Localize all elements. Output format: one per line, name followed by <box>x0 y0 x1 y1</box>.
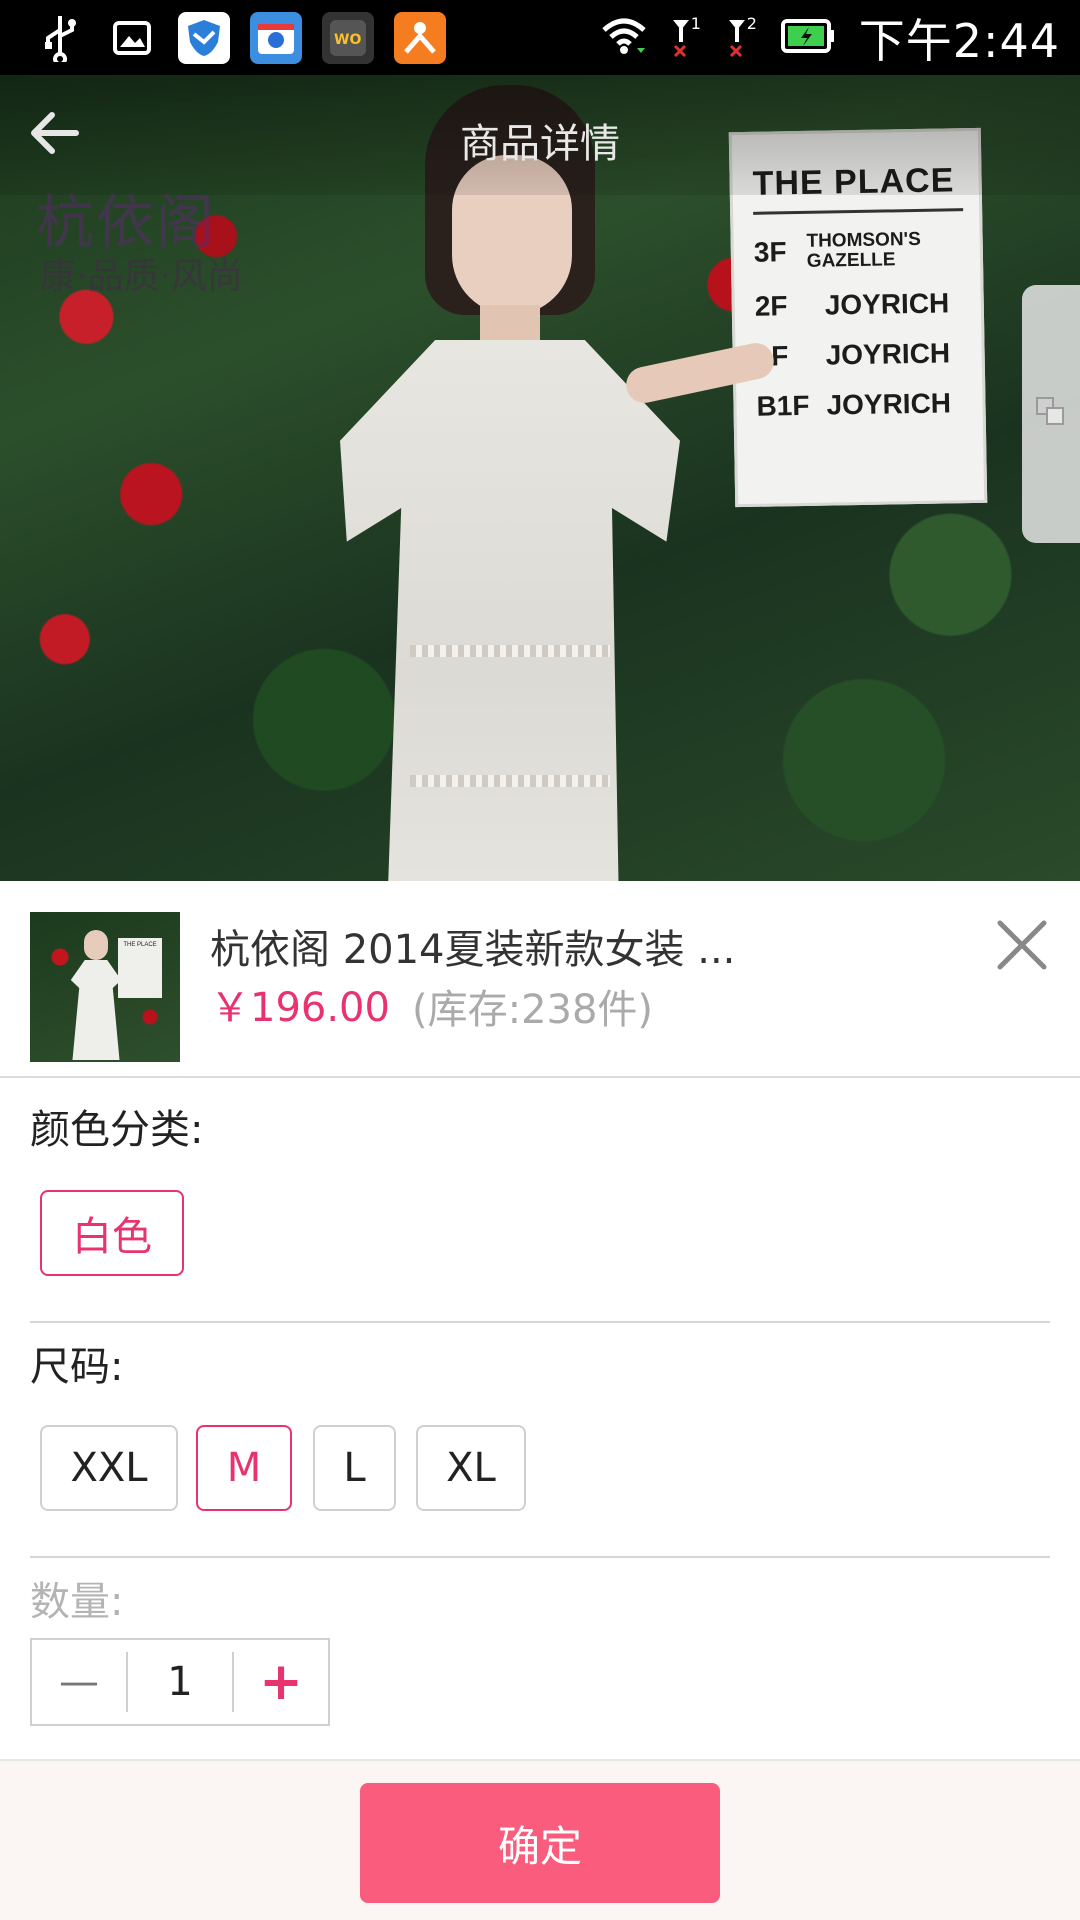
divider <box>30 1321 1050 1323</box>
sign-floor: 3F <box>753 236 787 268</box>
wifi-icon <box>601 16 647 60</box>
sim1-label: 1 <box>690 13 701 33</box>
battery-charging-icon <box>780 18 837 57</box>
sign-floor: B1F <box>756 389 810 422</box>
product-thumbnail: THE PLACE <box>30 912 180 1062</box>
quantity-value[interactable]: 1 <box>128 1659 232 1705</box>
close-icon <box>994 917 1050 977</box>
sim2-label: 2 <box>746 13 757 33</box>
size-option-xl[interactable]: XL <box>416 1425 526 1511</box>
size-section-label: 尺码: <box>30 1344 124 1390</box>
plus-icon: + <box>259 1652 303 1712</box>
signal-2-icon: 2 <box>725 13 759 60</box>
sign-row: 2F JOYRICH <box>755 287 966 323</box>
sign-floor: 2F <box>754 290 788 322</box>
minus-icon: — <box>59 1659 99 1705</box>
thumb-sign: THE PLACE <box>118 938 162 998</box>
size-option-l[interactable]: L <box>313 1425 396 1511</box>
decrement-button[interactable]: — <box>32 1640 126 1724</box>
model-dress <box>340 340 680 881</box>
brand-slogan: 康·品质·风尚 <box>40 256 243 297</box>
top-bar: 商品详情 <box>0 75 1080 195</box>
size-option-xxl[interactable]: XXL <box>40 1425 178 1511</box>
size-option-m[interactable]: M <box>196 1425 292 1511</box>
baidu-app-icon <box>250 11 302 64</box>
dianping-app-icon <box>394 11 446 64</box>
model-figure <box>330 85 778 881</box>
footer-bar: 确定 <box>0 1759 1080 1920</box>
divider <box>30 1556 1050 1558</box>
sign-name: JOYRICH <box>826 387 952 421</box>
product-title: 杭依阁 2014夏装新款女装 ... <box>210 927 736 973</box>
product-stock: (库存:238件) <box>412 987 654 1033</box>
product-summary: THE PLACE 杭依阁 2014夏装新款女装 ... ￥196.00 (库存… <box>0 881 1080 1078</box>
clock: 下午2:44 <box>858 13 1060 68</box>
usb-icon <box>34 12 86 64</box>
confirm-button[interactable]: 确定 <box>360 1783 720 1903</box>
signal-1-icon: 1 <box>669 13 703 60</box>
product-image[interactable]: 杭依阁 康·品质·风尚 THE PLACE 3F THOMSON'S GAZEL… <box>0 75 1080 881</box>
sign-row: B1F JOYRICH <box>756 387 967 423</box>
quantity-stepper: — 1 + <box>30 1638 330 1726</box>
thumb-head <box>84 930 108 960</box>
security-shield-icon <box>178 11 230 64</box>
dress-lace <box>410 775 610 787</box>
sku-selector-sheet: THE PLACE 杭依阁 2014夏装新款女装 ... ￥196.00 (库存… <box>0 881 1080 1920</box>
color-option-white[interactable]: 白色 <box>40 1190 184 1276</box>
page-title: 商品详情 <box>460 121 620 167</box>
thumb-dress <box>70 960 122 1060</box>
gallery-icon <box>106 12 158 64</box>
product-price: ￥196.00 <box>210 985 390 1031</box>
wostore-app-icon: WO <box>322 11 374 64</box>
sign-name: JOYRICH <box>824 287 950 321</box>
close-button[interactable] <box>990 915 1054 979</box>
sign-name: JOYRICH <box>825 337 951 371</box>
svg-text:WO: WO <box>334 32 361 48</box>
thumb-sign-text: THE PLACE <box>123 942 157 948</box>
quantity-section-label: 数量: <box>30 1579 124 1625</box>
copy-icon <box>1033 394 1069 434</box>
dress-lace <box>410 645 610 657</box>
increment-button[interactable]: + <box>234 1640 328 1724</box>
color-section-label: 颜色分类: <box>30 1107 204 1153</box>
status-bar: WO 1 2 下午2:44 <box>0 0 1080 75</box>
side-tab-button[interactable] <box>1022 285 1080 543</box>
sign-row: 1F JOYRICH <box>755 337 966 373</box>
sign-name: THOMSON'S GAZELLE <box>806 228 921 272</box>
sign-row: 3F THOMSON'S GAZELLE <box>754 229 965 273</box>
